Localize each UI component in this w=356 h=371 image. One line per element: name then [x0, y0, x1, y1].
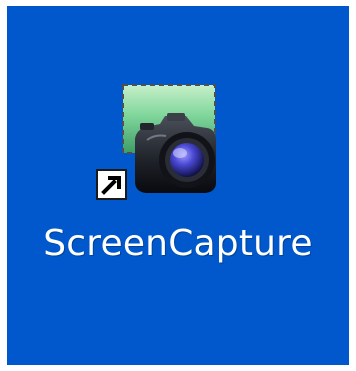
- desktop-icon-label[interactable]: ScreenCapture: [7, 222, 349, 266]
- shortcut-arrow-icon: [96, 169, 127, 200]
- desktop-background: ScreenCapture: [7, 6, 349, 365]
- screen-capture-icon: [93, 74, 223, 202]
- desktop-shortcut-screencapture[interactable]: ScreenCapture: [7, 6, 349, 365]
